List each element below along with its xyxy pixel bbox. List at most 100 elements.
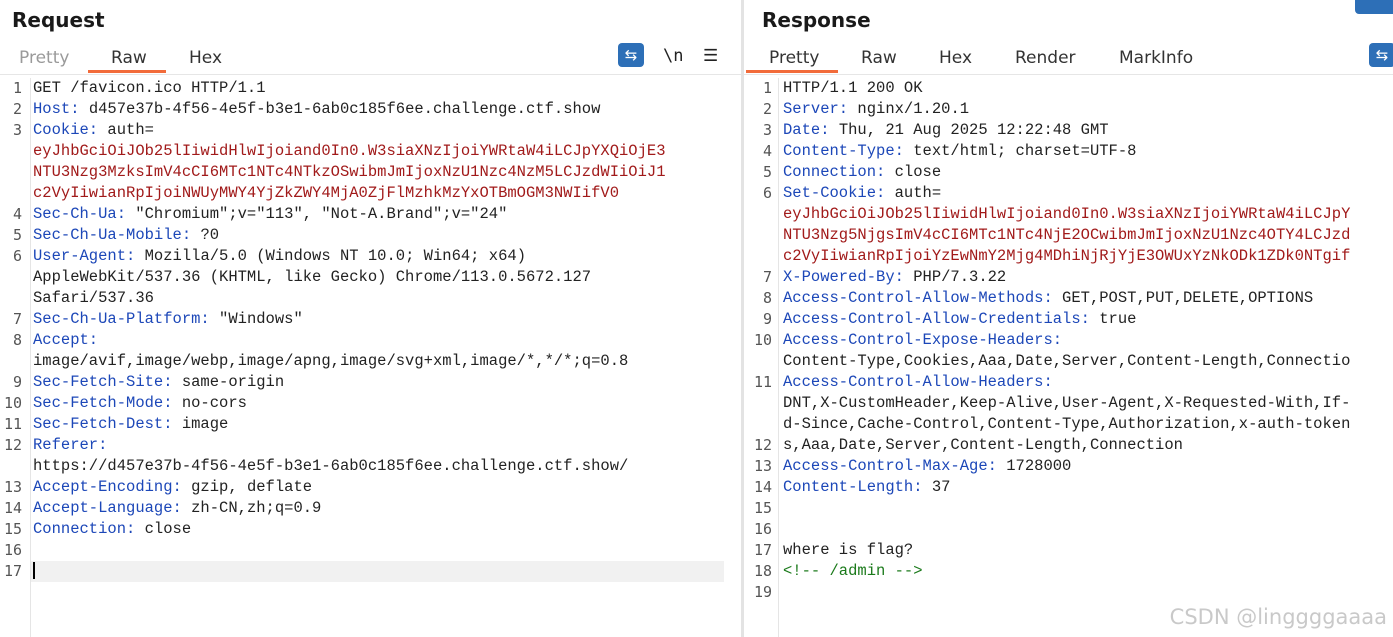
code-line: eyJhbGciOiJOb25lIiwidHlwIjoiand0In0.W3si…	[0, 141, 741, 162]
header-name: User-Agent:	[33, 247, 136, 265]
code-text: Sec-Fetch-Site: same-origin	[33, 372, 284, 393]
line-number: 7	[12, 310, 22, 328]
code-line: 3 Cookie: auth=	[0, 120, 741, 141]
hamburger-menu-icon[interactable]: ☰	[703, 46, 718, 66]
header-name: Access-Control-Allow-Methods:	[783, 289, 1053, 307]
code-text: Access-Control-Max-Age: 1728000	[783, 456, 1071, 477]
line-number: 9	[762, 310, 772, 328]
header-value: "Windows"	[209, 310, 303, 328]
header-value: HTTP/1.1 200 OK	[783, 79, 923, 97]
code-line: 19	[744, 582, 1393, 603]
line-number: 4	[762, 142, 772, 160]
code-text: Accept:	[33, 330, 98, 351]
code-text: Access-Control-Allow-Headers:	[783, 372, 1053, 393]
code-line: 2 Host: d457e37b-4f56-4e5f-b3e1-6ab0c185f…	[0, 99, 741, 120]
code-line: 5 Connection: close	[744, 162, 1393, 183]
header-name: Connection:	[783, 163, 886, 181]
header-name: Connection:	[33, 520, 136, 538]
code-text: eyJhbGciOiJOb25lIiwidHlwIjoiand0In0.W3si…	[783, 204, 1350, 225]
header-value: zh-CN,zh;q=0.9	[181, 499, 322, 517]
line-number: 15	[753, 499, 772, 517]
header-name: Host:	[33, 100, 80, 118]
active-tab-indicator	[746, 70, 838, 73]
code-line: Content-Type,Cookies,Aaa,Date,Server,Con…	[744, 351, 1393, 372]
header-value: true	[1089, 310, 1137, 328]
code-line: 4 Sec-Ch-Ua: "Chromium";v="113", "Not-A.B…	[0, 204, 741, 225]
tab-render[interactable]: Render	[1015, 48, 1076, 68]
tab-pretty[interactable]: Pretty	[19, 48, 69, 68]
header-name: Access-Control-Expose-Headers:	[783, 331, 1063, 349]
request-editor[interactable]: 1 GET /favicon.ico HTTP/1.1 2 Host: d457e37…	[0, 78, 741, 637]
header-value: Mozilla/5.0 (Windows NT 10.0; Win64; x64…	[135, 247, 526, 265]
cookie-value: eyJhbGciOiJOb25lIiwidHlwIjoiand0In0.W3si…	[33, 142, 666, 160]
code-text: AppleWebKit/537.36 (KHTML, like Gecko) C…	[33, 267, 591, 288]
code-text: Sec-Fetch-Mode: no-cors	[33, 393, 247, 414]
code-line: 17 where is flag?	[744, 540, 1393, 561]
line-number: 14	[753, 478, 772, 496]
code-text: Content-Length: 37	[783, 477, 950, 498]
response-pane: Response Pretty Raw Hex Render MarkInfo …	[744, 0, 1393, 637]
code-line: 8 Access-Control-Allow-Methods: GET,POST,…	[744, 288, 1393, 309]
newline-toggle-button[interactable]: \n	[663, 46, 683, 66]
wrap-icon[interactable]: ⇆	[1369, 43, 1393, 67]
tab-markinfo[interactable]: MarkInfo	[1119, 48, 1193, 68]
tab-hex[interactable]: Hex	[189, 48, 222, 68]
header-value: https://d457e37b-4f56-4e5f-b3e1-6ab0c185…	[33, 457, 629, 475]
cookie-value: c2VyIiwianRpIjoiYzEwNmY2Mjg4MDhiNjRjYjE3…	[783, 247, 1351, 265]
header-name: X-Powered-By:	[783, 268, 904, 286]
request-pane: Request Pretty Raw Hex ⇆ \n ☰ 1 GET /favi…	[0, 0, 741, 637]
code-line: 7 X-Powered-By: PHP/7.3.22	[744, 267, 1393, 288]
code-line: 1 GET /favicon.ico HTTP/1.1	[0, 78, 741, 99]
code-text: Content-Type: text/html; charset=UTF-8	[783, 141, 1136, 162]
code-line: 15	[744, 498, 1393, 519]
cookie-value: c2VyIiwianRpIjoiNWUyMWY4YjZkZWY4MjA0ZjFl…	[33, 184, 619, 202]
header-value: close	[135, 520, 192, 538]
code-line: image/avif,image/webp,image/apng,image/s…	[0, 351, 741, 372]
header-name: Sec-Ch-Ua-Mobile:	[33, 226, 192, 244]
tab-raw[interactable]: Raw	[861, 48, 897, 68]
code-line: 7 Sec-Ch-Ua-Platform: "Windows"	[0, 309, 741, 330]
header-name: Server:	[783, 100, 849, 118]
active-tab-indicator	[88, 70, 166, 73]
code-text: image/avif,image/webp,image/apng,image/s…	[33, 351, 628, 372]
code-line: 4 Content-Type: text/html; charset=UTF-8	[744, 141, 1393, 162]
code-text: Host: d457e37b-4f56-4e5f-b3e1-6ab0c185f6…	[33, 99, 600, 120]
code-text: Date: Thu, 21 Aug 2025 12:22:48 GMT	[783, 120, 1109, 141]
code-line: 11 Access-Control-Allow-Headers:	[744, 372, 1393, 393]
line-number: 3	[12, 121, 22, 139]
code-line: 8 Accept:	[0, 330, 741, 351]
code-text: eyJhbGciOiJOb25lIiwidHlwIjoiand0In0.W3si…	[33, 141, 666, 162]
line-number: 12	[753, 436, 772, 454]
line-number: 18	[753, 562, 772, 580]
header-value: Safari/537.36	[33, 289, 154, 307]
code-line: 9 Sec-Fetch-Site: same-origin	[0, 372, 741, 393]
cookie-value: NTU3Nzg3MzksImV4cCI6MTc1NTc4NTkzOSwibmJm…	[33, 163, 666, 181]
header-name: Access-Control-Max-Age:	[783, 457, 997, 475]
code-line: c2VyIiwianRpIjoiNWUyMWY4YjZkZWY4MjA0ZjFl…	[0, 183, 741, 204]
header-name: Accept:	[33, 331, 99, 349]
line-number: 6	[12, 247, 22, 265]
header-value: d457e37b-4f56-4e5f-b3e1-6ab0c185f6ee.cha…	[79, 100, 601, 118]
tab-pretty[interactable]: Pretty	[769, 48, 819, 68]
layout-toggle-button[interactable]	[1355, 0, 1393, 14]
line-number: 3	[762, 121, 772, 139]
line-number: 14	[3, 499, 22, 517]
code-line: 16	[0, 540, 741, 561]
tab-hex[interactable]: Hex	[939, 48, 972, 68]
tab-divider	[0, 74, 741, 75]
wrap-icon[interactable]: ⇆	[618, 43, 644, 67]
line-number: 17	[3, 562, 22, 580]
header-value: GET /favicon.ico HTTP/1.1	[33, 79, 266, 97]
code-text: Sec-Fetch-Dest: image	[33, 414, 228, 435]
code-line: 3 Date: Thu, 21 Aug 2025 12:22:48 GMT	[744, 120, 1393, 141]
line-number: 13	[3, 478, 22, 496]
header-value: AppleWebKit/537.36 (KHTML, like Gecko) C…	[33, 268, 592, 286]
response-editor[interactable]: 1 HTTP/1.1 200 OK 2 Server: nginx/1.20.1 3 Da…	[744, 78, 1393, 637]
tab-raw[interactable]: Raw	[111, 48, 147, 68]
line-number: 4	[12, 205, 22, 223]
header-name: Cookie:	[33, 121, 99, 139]
line-number: 8	[762, 289, 772, 307]
line-number: 2	[12, 100, 22, 118]
header-value: where is flag?	[783, 541, 914, 559]
code-text: NTU3Nzg5NjgsImV4cCI6MTc1NTc4NjE2OCwibmJm…	[783, 225, 1350, 246]
